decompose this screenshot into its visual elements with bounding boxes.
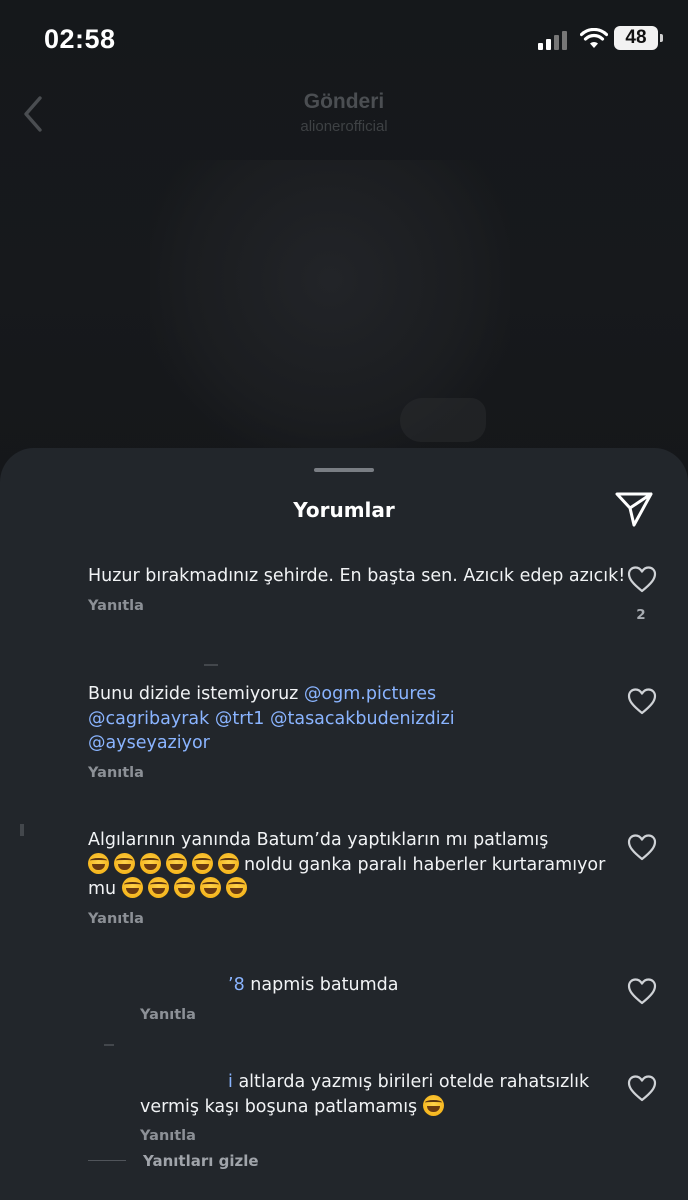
heart-icon[interactable] — [626, 976, 658, 1006]
emoji-group — [88, 852, 244, 875]
laughing-emoji-icon — [121, 877, 143, 898]
laughing-emoji-icon — [147, 877, 169, 898]
laughing-emoji-icon — [140, 852, 161, 874]
emoji-group — [121, 877, 252, 899]
mention-link[interactable]: @trt1 — [215, 709, 265, 729]
mention-link[interactable]: i — [228, 1072, 233, 1092]
hide-replies-button[interactable]: Yanıtları gizle — [143, 1152, 259, 1170]
comment-item: Bunu dizide istemiyoruz @ogm.pictures @ca… — [88, 682, 628, 781]
account-username[interactable]: alionerofficial — [0, 118, 688, 135]
reply-button[interactable]: Yanıtla — [88, 911, 628, 927]
comment-item: Algılarının yanında Batum’da yaptıkların… — [88, 828, 628, 927]
reply-comment-item: ’8 napmis batumda Yanıtla — [140, 973, 600, 1023]
reply-comment-item: i altlarda yazmış birileri otelde rahats… — [140, 1070, 610, 1144]
heart-icon[interactable] — [626, 1073, 658, 1103]
redaction-mark — [204, 664, 218, 666]
sheet-drag-handle[interactable] — [314, 468, 374, 472]
comment-item: Huzur bırakmadınız şehirde. En başta sen… — [88, 564, 628, 614]
laughing-emoji-icon — [166, 852, 187, 874]
comment-text: Huzur bırakmadınız şehirde. En başta sen… — [88, 566, 626, 586]
comment-lead-text: Bunu dizide istemiyoruz — [88, 684, 304, 704]
cellular-signal-icon — [538, 30, 572, 50]
laughing-emoji-icon — [225, 877, 247, 898]
reply-text: napmis batumda — [250, 975, 399, 995]
like-count: 2 — [636, 607, 646, 623]
laughing-emoji-icon — [218, 852, 239, 874]
wifi-icon — [580, 28, 608, 48]
comments-sheet: Yorumlar Huzur bırakmadınız şehirde. En … — [0, 448, 688, 1200]
mention-link[interactable]: @cagribayrak — [88, 709, 209, 729]
reply-button[interactable]: Yanıtla — [140, 1128, 610, 1144]
laughing-emoji-icon — [88, 852, 109, 874]
status-time: 02:58 — [44, 24, 116, 54]
comment-text: ’8 napmis batumda — [140, 973, 600, 998]
heart-icon[interactable] — [626, 686, 658, 716]
post-hand — [400, 398, 486, 442]
laughing-emoji-icon — [173, 877, 195, 898]
reply-button[interactable]: Yanıtla — [88, 598, 628, 614]
laughing-emoji-icon — [114, 852, 135, 874]
laughing-emoji-icon — [199, 877, 221, 898]
comment-text-a: Algılarının yanında Batum’da yaptıkların… — [88, 830, 549, 850]
laughing-emoji-icon — [192, 852, 213, 874]
heart-icon[interactable] — [626, 832, 658, 862]
battery-indicator: 48 — [614, 26, 663, 50]
mention-link[interactable]: @ogm.pictures — [304, 684, 436, 704]
sheet-title: Yorumlar — [293, 498, 395, 522]
hide-replies-divider — [88, 1160, 126, 1161]
mention-link[interactable]: ’8 — [228, 975, 245, 995]
comment-text: Bunu dizide istemiyoruz @ogm.pictures @ca… — [88, 682, 628, 756]
reply-text: altlarda yazmış birileri otelde rahatsız… — [140, 1072, 590, 1117]
reply-button[interactable]: Yanıtla — [140, 1007, 600, 1023]
mention-link[interactable]: @ayseyaziyor — [88, 733, 210, 753]
redaction-mark — [20, 824, 24, 836]
redaction-mark — [104, 1044, 114, 1046]
mention-link[interactable]: @tasacakbudenizdizi — [270, 709, 455, 729]
page-title: Gönderi — [303, 90, 385, 113]
reply-button[interactable]: Yanıtla — [88, 765, 628, 781]
share-icon[interactable] — [612, 488, 656, 530]
comment-text: Algılarının yanında Batum’da yaptıkların… — [88, 828, 628, 902]
laughing-emoji-icon — [422, 1094, 444, 1116]
post-header: Gönderi alionerofficial — [0, 80, 688, 150]
status-bar: 02:58 48 — [0, 0, 688, 80]
comment-text: i altlarda yazmış birileri otelde rahats… — [140, 1070, 610, 1119]
heart-icon[interactable] — [626, 564, 658, 594]
